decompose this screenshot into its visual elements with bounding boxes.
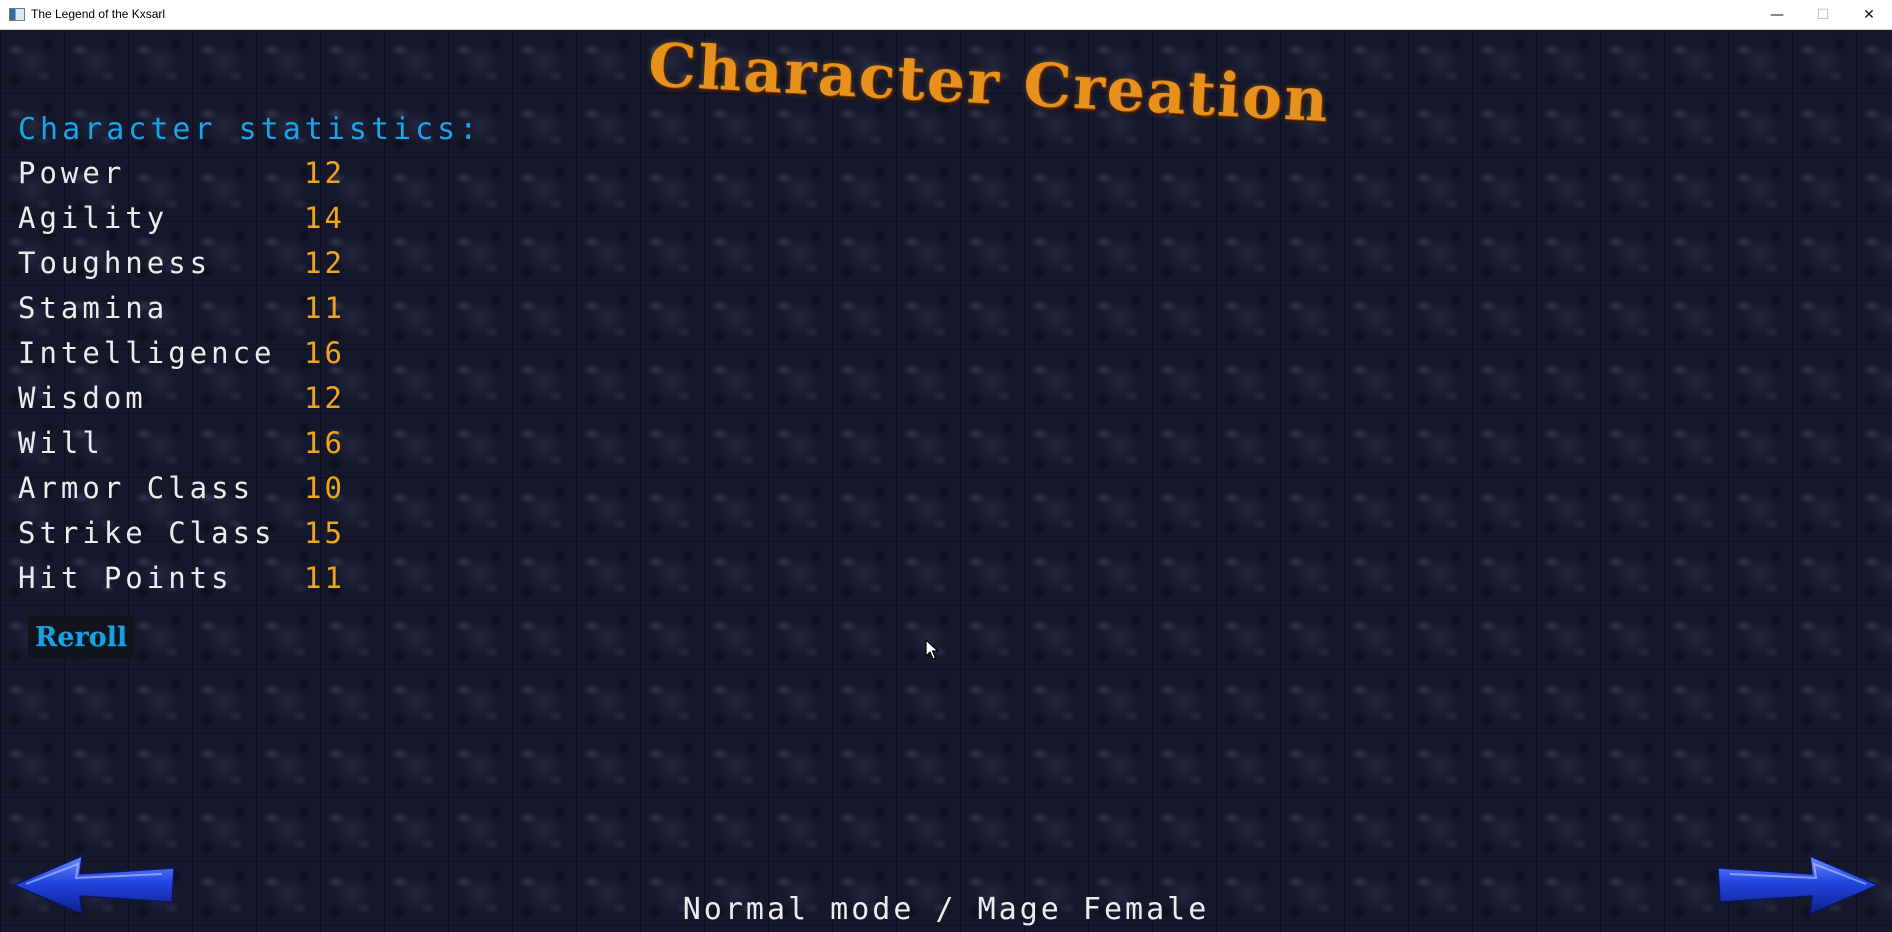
- stat-value: 11: [304, 561, 345, 595]
- stat-value: 14: [304, 201, 345, 235]
- stat-value: 15: [304, 516, 345, 550]
- stat-label: Strike Class: [18, 516, 276, 550]
- stat-row-agility: Agility 14: [18, 201, 358, 246]
- stat-value: 10: [304, 471, 345, 505]
- stat-row-armor-class: Armor Class 10: [18, 471, 358, 516]
- stat-label: Intelligence: [18, 336, 276, 370]
- stat-value: 12: [304, 156, 345, 190]
- game-screen: Character Creation Character statistics:…: [0, 30, 1892, 932]
- right-arrow-icon[interactable]: [1712, 854, 1880, 916]
- mode-status-text: Normal mode / Mage Female: [682, 892, 1210, 927]
- app-icon: [9, 8, 25, 21]
- window-title: The Legend of the Kxsarl: [31, 7, 166, 21]
- stat-value: 16: [304, 426, 345, 460]
- mouse-cursor-icon: [925, 639, 939, 660]
- section-title: Character statistics:: [18, 112, 482, 147]
- stat-row-intelligence: Intelligence 16: [18, 336, 358, 381]
- stat-label: Stamina: [18, 291, 169, 325]
- stat-label: Will: [18, 426, 104, 460]
- reroll-button[interactable]: Reroll: [28, 616, 134, 658]
- stat-value: 12: [304, 381, 345, 415]
- left-arrow-icon[interactable]: [12, 854, 180, 916]
- stat-row-will: Will 16: [18, 426, 358, 471]
- stat-row-hit-points: Hit Points 11: [18, 561, 358, 606]
- stat-value: 11: [304, 291, 345, 325]
- stat-value: 16: [304, 336, 345, 370]
- stat-value: 12: [304, 246, 345, 280]
- stats-list: Power 12 Agility 14 Toughness 12 Stamina…: [18, 156, 358, 606]
- maximize-button[interactable]: ☐: [1800, 0, 1846, 29]
- stat-label: Power: [18, 156, 126, 190]
- stat-label: Agility: [18, 201, 169, 235]
- screen-heading: Character Creation: [646, 30, 1332, 137]
- stat-row-toughness: Toughness 12: [18, 246, 358, 291]
- stat-label: Toughness: [18, 246, 212, 280]
- stat-row-power: Power 12: [18, 156, 358, 201]
- stat-label: Armor Class: [18, 471, 255, 505]
- stat-label: Wisdom: [18, 381, 147, 415]
- minimize-button[interactable]: —: [1754, 0, 1800, 29]
- stat-row-wisdom: Wisdom 12: [18, 381, 358, 426]
- stat-row-stamina: Stamina 11: [18, 291, 358, 336]
- stat-label: Hit Points: [18, 561, 233, 595]
- game-window: The Legend of the Kxsarl — ☐ ✕ Character…: [0, 0, 1892, 932]
- close-button[interactable]: ✕: [1846, 0, 1892, 29]
- stat-row-strike-class: Strike Class 15: [18, 516, 358, 561]
- title-bar: The Legend of the Kxsarl — ☐ ✕: [0, 0, 1892, 30]
